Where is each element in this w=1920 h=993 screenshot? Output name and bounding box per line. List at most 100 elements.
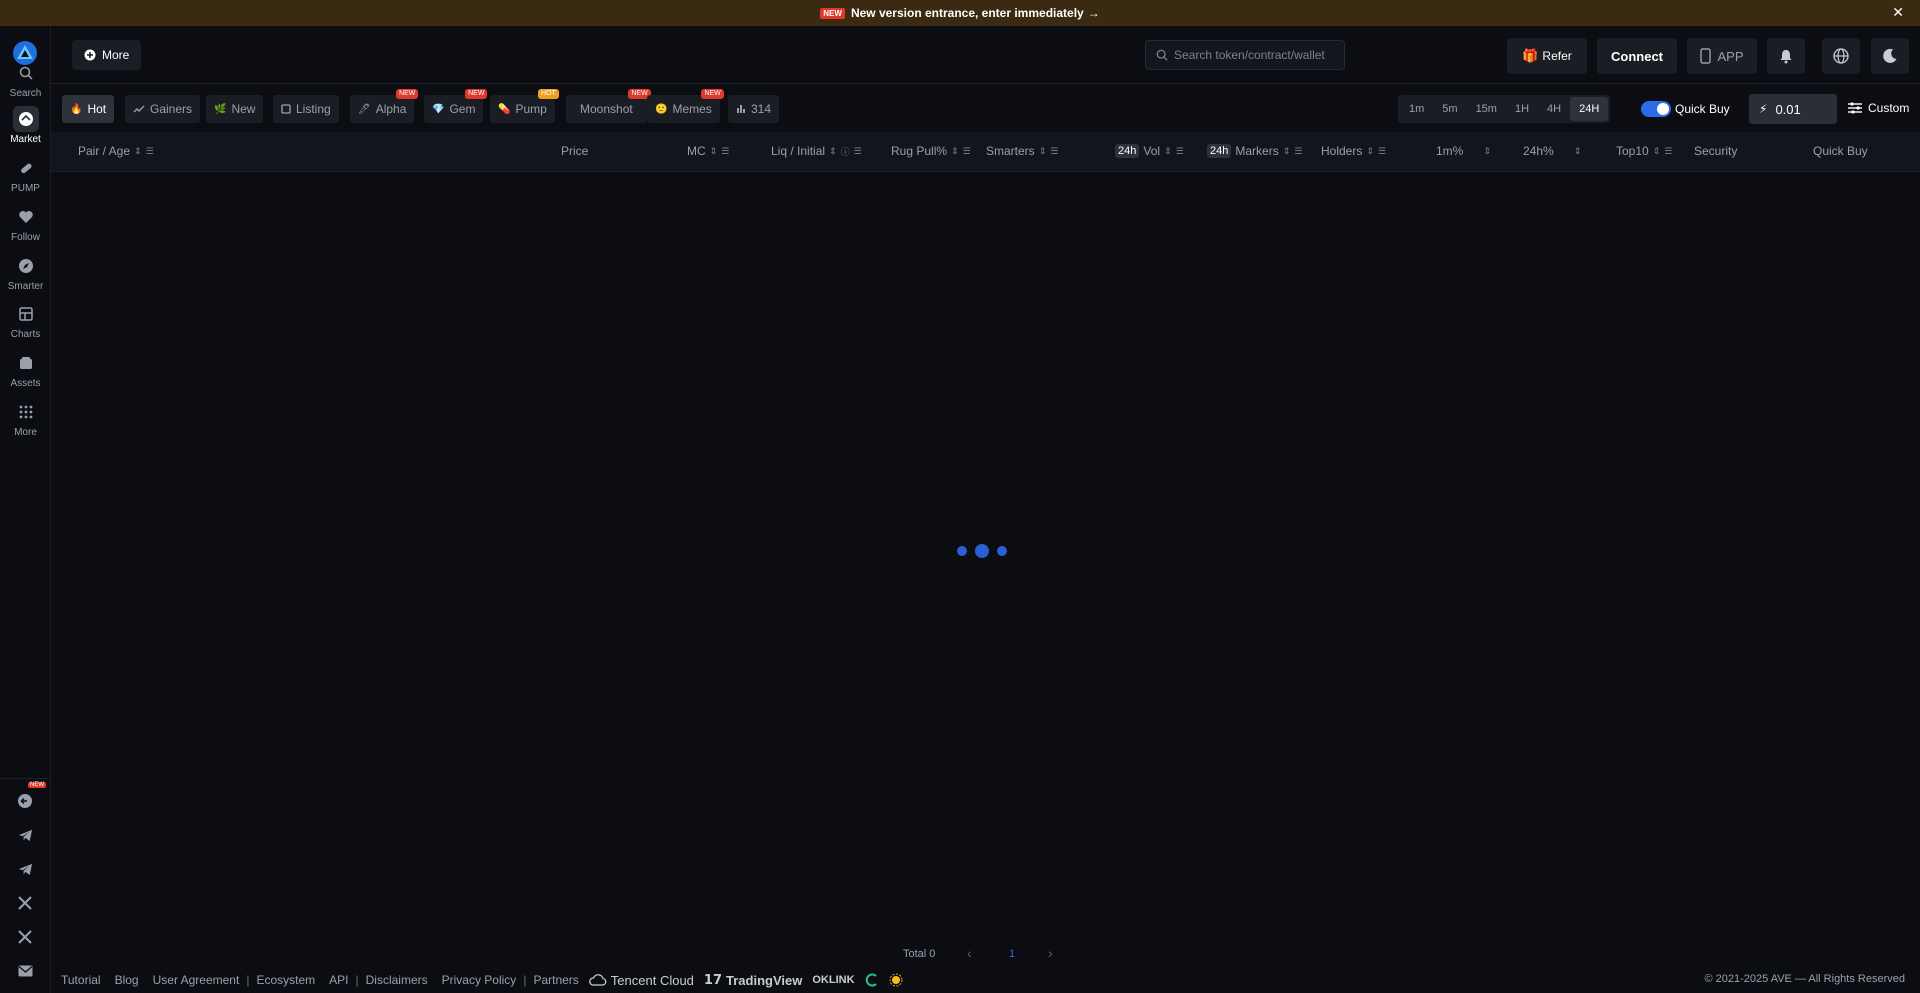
column-smarters[interactable]: Smarters ⇕ ☰ — [986, 144, 1058, 158]
tab-gainers[interactable]: Gainers — [125, 95, 201, 123]
column-24h-markers[interactable]: 24h Markers ⇕ ☰ — [1207, 144, 1302, 158]
filter-icon[interactable]: ☰ — [1664, 146, 1672, 157]
footer-link-tutorial[interactable]: Tutorial — [61, 973, 101, 987]
more-button[interactable]: More — [72, 40, 142, 70]
column-pair-age[interactable]: Pair / Age ⇕ ☰ — [78, 144, 154, 158]
x-link-2[interactable] — [14, 926, 36, 948]
sort-icon[interactable]: ⇕ — [1283, 146, 1291, 157]
sidebar-item-smarter[interactable]: Smarter — [0, 253, 51, 297]
sidebar-item-assets[interactable]: Assets — [0, 350, 51, 394]
telegram-icon — [18, 863, 32, 875]
column-24h-change[interactable]: 24h% ⇕ — [1523, 144, 1581, 158]
sidebar-item-market[interactable]: Market — [0, 106, 51, 150]
sidebar-item-search[interactable]: Search — [0, 60, 51, 104]
tab-label: Hot — [87, 102, 107, 116]
period-pill[interactable]: 24h — [1115, 144, 1140, 158]
filter-icon[interactable]: ☰ — [1050, 146, 1058, 157]
column-holders[interactable]: Holders ⇕ ☰ — [1321, 144, 1386, 158]
back-button[interactable]: NEW — [14, 782, 46, 812]
period-pill[interactable]: 24h — [1207, 144, 1232, 158]
column-1m-change[interactable]: 1m% ⇕ — [1436, 144, 1491, 158]
notifications-button[interactable] — [1767, 38, 1805, 74]
sort-icon[interactable]: ⇕ — [1483, 146, 1491, 157]
oklink-logo[interactable]: OKLINK — [812, 974, 854, 986]
sort-icon[interactable]: ⇕ — [710, 146, 718, 157]
search-input[interactable] — [1174, 48, 1334, 62]
timeframe-1m[interactable]: 1m — [1400, 97, 1433, 121]
sort-icon[interactable]: ⇕ — [951, 146, 959, 157]
email-link[interactable] — [14, 960, 36, 982]
connect-button[interactable]: Connect — [1597, 38, 1677, 74]
tab-memes[interactable]: 🙂 Memes NEW — [647, 89, 724, 123]
filter-icon[interactable]: ☰ — [146, 146, 154, 157]
tab-pump[interactable]: 💊 Pump HOT — [490, 89, 559, 123]
filter-icon[interactable]: ☰ — [963, 146, 971, 157]
timeframe-1h[interactable]: 1H — [1506, 97, 1538, 121]
column-label: Security — [1694, 144, 1738, 158]
footer-link-api[interactable]: API — [329, 973, 348, 987]
tencent-cloud-logo[interactable]: Tencent Cloud — [588, 973, 694, 988]
app-download-button[interactable]: APP — [1687, 38, 1757, 74]
telegram-link-2[interactable] — [14, 858, 36, 880]
tab-new[interactable]: 🌿 New — [206, 95, 264, 123]
timeframe-24h[interactable]: 24H — [1570, 97, 1609, 121]
tab-314[interactable]: 314 — [728, 95, 780, 123]
footer-link-privacy-policy[interactable]: Privacy Policy — [442, 973, 517, 987]
sort-icon[interactable]: ⇕ — [1366, 146, 1374, 157]
sort-icon[interactable]: ⇕ — [134, 146, 142, 157]
quick-buy-toggle[interactable] — [1641, 101, 1671, 117]
sidebar-item-pump[interactable]: PUMP — [0, 155, 51, 199]
tab-listing[interactable]: Listing — [273, 95, 339, 123]
search-box[interactable] — [1145, 40, 1345, 70]
refer-button[interactable]: 🎁 Refer — [1507, 38, 1587, 74]
sidebar-item-more[interactable]: More — [0, 399, 51, 443]
sidebar-item-follow[interactable]: Follow — [0, 204, 51, 248]
announcement-banner[interactable]: NEW New version entrance, enter immediat… — [0, 0, 1920, 26]
sliders-icon — [1848, 102, 1862, 114]
filter-icon[interactable]: ☰ — [1378, 146, 1386, 157]
banner-text[interactable]: New version entrance, enter immediately — [851, 6, 1084, 20]
tab-hot[interactable]: 🔥 Hot — [62, 95, 115, 123]
timeframe-4h[interactable]: 4H — [1538, 97, 1570, 121]
sidebar-item-charts[interactable]: Charts — [0, 301, 51, 345]
filter-icon[interactable]: ☰ — [1294, 146, 1302, 157]
quick-buy-amount-input[interactable]: ⚡ 0.01 — [1749, 94, 1837, 124]
tradingview-logo[interactable]: 𝟭𝟳 TradingView — [704, 972, 802, 988]
timeframe-15m[interactable]: 15m — [1467, 97, 1506, 121]
footer-link-partners[interactable]: Partners — [533, 973, 578, 987]
telegram-link[interactable] — [14, 824, 36, 846]
language-button[interactable] — [1822, 38, 1860, 74]
column-top10[interactable]: Top10 ⇕ ☰ — [1616, 144, 1672, 158]
tab-gem[interactable]: 💎 Gem NEW — [424, 89, 488, 123]
column-mc[interactable]: MC ⇕ ☰ — [687, 144, 729, 158]
tab-alpha[interactable]: 🖊 Alpha NEW — [350, 89, 419, 123]
filter-icon[interactable]: ☰ — [854, 146, 862, 157]
prev-page-button[interactable]: ‹ — [967, 945, 972, 961]
footer-link-user-agreement[interactable]: User Agreement — [153, 973, 240, 987]
close-banner-button[interactable]: ✕ — [1892, 4, 1904, 21]
sort-icon[interactable]: ⇕ — [1039, 146, 1047, 157]
partner-logo-c[interactable] — [865, 973, 879, 987]
sort-icon[interactable]: ⇕ — [1653, 146, 1661, 157]
page-number-1[interactable]: 1 — [1009, 948, 1015, 960]
footer-link-ecosystem[interactable]: Ecosystem — [256, 973, 315, 987]
footer-link-blog[interactable]: Blog — [115, 973, 139, 987]
footer-link-disclaimers[interactable]: Disclaimers — [366, 973, 428, 987]
sort-icon[interactable]: ⇕ — [1574, 146, 1582, 157]
filter-icon[interactable]: ☰ — [1176, 146, 1184, 157]
info-icon[interactable]: ⓘ — [841, 145, 850, 158]
filter-icon[interactable]: ☰ — [721, 146, 729, 157]
grid-icon — [13, 399, 39, 425]
theme-toggle-button[interactable] — [1871, 38, 1909, 74]
next-page-button[interactable]: › — [1048, 945, 1053, 961]
custom-columns-button[interactable]: Custom — [1848, 101, 1909, 115]
timeframe-5m[interactable]: 5m — [1433, 97, 1466, 121]
sort-icon[interactable]: ⇕ — [1164, 146, 1172, 157]
column-rug-pull[interactable]: Rug Pull% ⇕ ☰ — [891, 144, 971, 158]
column-liquidity[interactable]: Liq / Initial ⇕ ⓘ ☰ — [771, 144, 862, 158]
column-24h-vol[interactable]: 24h Vol ⇕ ☰ — [1115, 144, 1184, 158]
x-link[interactable] — [14, 892, 36, 914]
partner-logo-sun[interactable] — [889, 973, 903, 987]
tab-moonshot[interactable]: Moonshot NEW — [566, 89, 651, 123]
sort-icon[interactable]: ⇕ — [829, 146, 837, 157]
